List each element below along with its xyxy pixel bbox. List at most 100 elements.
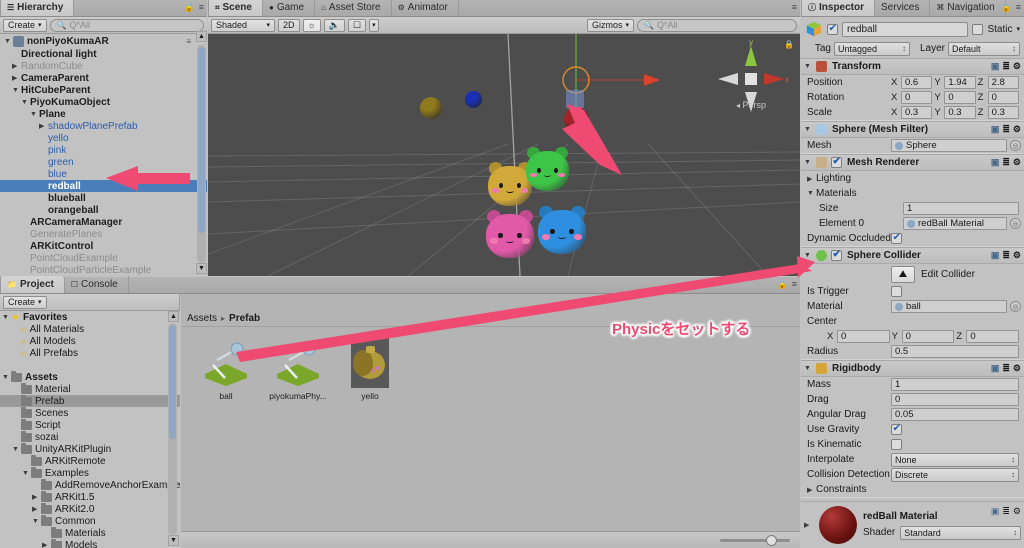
project-tree-item-all-prefabs[interactable]: ⌕ All Prefabs bbox=[0, 347, 180, 359]
layer-dropdown[interactable]: Default bbox=[948, 41, 1020, 56]
tab-animator[interactable]: ⚙ Animator bbox=[392, 0, 459, 16]
preset-icon[interactable]: ▣ bbox=[991, 506, 1000, 517]
chevron-down-icon[interactable]: ▾ bbox=[1016, 25, 1020, 33]
chevron-down-icon[interactable]: ▼ bbox=[804, 126, 813, 133]
chevron-right-icon[interactable]: ▶ bbox=[32, 505, 41, 513]
draw-mode-dropdown[interactable]: Shaded ▾ bbox=[211, 18, 275, 32]
scene-fx-dropdown[interactable]: ▾ bbox=[369, 18, 379, 32]
chevron-down-icon[interactable]: ▼ bbox=[30, 111, 39, 118]
field-value-y[interactable]: 0 bbox=[901, 330, 955, 343]
project-tree-item-scenes[interactable]: Scenes bbox=[0, 406, 180, 419]
tab-console[interactable]: ☐ Console bbox=[65, 276, 129, 293]
hierarchy-item-arkitcontrol[interactable]: ARKitControl bbox=[0, 240, 207, 252]
scene-search-input[interactable]: 🔍 Q*All bbox=[637, 18, 797, 32]
menu-icon[interactable]: ≡ bbox=[199, 3, 204, 12]
scene-fx-icon[interactable]: ☐ bbox=[347, 18, 367, 32]
project-tree-item-all-materials[interactable]: ⌕ All Materials bbox=[0, 323, 180, 335]
scene-audio-icon[interactable]: 🔈 bbox=[323, 18, 345, 32]
gear-icon[interactable]: ⚙ bbox=[1013, 363, 1021, 374]
field-scale-y[interactable]: 0.3 bbox=[944, 106, 976, 119]
component-header[interactable]: ▼ Mesh Renderer ▣≣⚙ bbox=[801, 155, 1024, 171]
foldout-label-materials[interactable]: Materials bbox=[816, 188, 857, 199]
preset-icon[interactable]: ▣ bbox=[991, 124, 1000, 135]
settings-icon[interactable]: ≣ bbox=[1002, 61, 1010, 72]
project-tree-item-common[interactable]: ▼ Common bbox=[0, 514, 180, 527]
thumbnail-size-slider-knob[interactable] bbox=[766, 534, 777, 546]
tab-project[interactable]: 📁 Project bbox=[0, 276, 65, 293]
chevron-down-icon[interactable]: ▼ bbox=[21, 99, 30, 106]
settings-icon[interactable]: ≣ bbox=[1002, 250, 1010, 261]
gear-icon[interactable]: ⚙ bbox=[1013, 157, 1021, 168]
edit-collider-icon-button[interactable]: ⛰ bbox=[891, 265, 915, 283]
foldout-label-constraints[interactable]: Constraints bbox=[816, 484, 867, 495]
chevron-down-icon[interactable]: ▼ bbox=[2, 374, 11, 381]
object-picker-icon[interactable]: ◎ bbox=[1010, 301, 1021, 312]
component-header[interactable]: ▼ Rigidbody ▣ ≣ ⚙ bbox=[801, 361, 1024, 377]
settings-icon[interactable]: ≣ bbox=[1002, 506, 1010, 517]
hierarchy-item-pointcloudexample[interactable]: PointCloudExample bbox=[0, 252, 207, 264]
breadcrumb-prefab[interactable]: Prefab bbox=[229, 313, 260, 324]
shader-dropdown[interactable]: Standard bbox=[900, 525, 1021, 540]
lock-icon[interactable]: 🔒 bbox=[777, 280, 788, 289]
field-position-x[interactable]: 0.6 bbox=[901, 76, 933, 89]
static-checkbox[interactable] bbox=[972, 23, 984, 35]
hierarchy-item-pink[interactable]: pink bbox=[0, 144, 207, 156]
lock-icon[interactable]: 🔒 bbox=[1001, 3, 1012, 12]
checkbox-use-gravity[interactable] bbox=[891, 423, 902, 435]
scene-menu-icon[interactable]: ≡ bbox=[186, 37, 191, 46]
hierarchy-item-cameraparent[interactable]: ▶ CameraParent bbox=[0, 72, 207, 84]
asset-item-yello[interactable]: yello bbox=[339, 338, 401, 531]
asset-item-ball[interactable]: ball bbox=[195, 338, 257, 531]
chevron-down-icon[interactable]: ▼ bbox=[804, 365, 813, 372]
hierarchy-item-piyokumaobject[interactable]: ▼ PiyoKumaObject bbox=[0, 96, 207, 108]
settings-icon[interactable]: ≣ bbox=[1002, 363, 1010, 374]
hierarchy-item-randomcube[interactable]: ▶ RandomCube bbox=[0, 60, 207, 72]
project-tree-item-addremoveanchorexample[interactable]: AddRemoveAnchorExample bbox=[0, 478, 180, 491]
settings-icon[interactable]: ≣ bbox=[1002, 157, 1010, 168]
tab-services[interactable]: Services bbox=[875, 0, 931, 16]
chevron-down-icon[interactable]: ▼ bbox=[804, 159, 813, 166]
gear-icon[interactable]: ⚙ bbox=[1013, 506, 1021, 517]
project-tree-item-unityarkitplugin[interactable]: ▼ UnityARKitPlugin bbox=[0, 442, 180, 455]
hierarchy-item-blueball[interactable]: blueball bbox=[0, 192, 207, 204]
chevron-right-icon[interactable]: ▶ bbox=[39, 122, 48, 130]
menu-icon[interactable]: ≡ bbox=[792, 280, 797, 289]
hierarchy-scrollbar[interactable] bbox=[197, 45, 206, 263]
hierarchy-item-generateplanes[interactable]: GeneratePlanes bbox=[0, 228, 207, 240]
object-picker-icon[interactable]: ◎ bbox=[1010, 140, 1021, 151]
project-tree-item-examples[interactable]: ▼ Examples bbox=[0, 466, 180, 479]
project-tree-item-models[interactable]: ▶ Models bbox=[0, 538, 180, 548]
field-rotation-z[interactable]: 0 bbox=[987, 91, 1019, 104]
chevron-down-icon[interactable]: ▼ bbox=[12, 446, 21, 453]
chevron-down-icon[interactable]: ▼ bbox=[22, 470, 31, 477]
object-field-material[interactable]: ball bbox=[891, 300, 1007, 313]
object-name-field[interactable]: redball bbox=[842, 21, 969, 37]
checkbox-is-kinematic[interactable] bbox=[891, 439, 902, 450]
project-scroll-down-button[interactable]: ▼ bbox=[168, 535, 179, 546]
project-tree-scrollbar[interactable] bbox=[168, 323, 177, 535]
project-scroll-up-button[interactable]: ▲ bbox=[168, 311, 179, 322]
dropdown-interpolate[interactable]: None bbox=[891, 452, 1019, 467]
hierarchy-search-input[interactable]: 🔍 Q*All bbox=[49, 18, 204, 32]
hierarchy-item-redball[interactable]: redball bbox=[0, 180, 207, 192]
chevron-right-icon[interactable]: ▶ bbox=[32, 493, 41, 501]
settings-icon[interactable]: ≣ bbox=[1002, 124, 1010, 135]
field-size[interactable]: 1 bbox=[903, 202, 1019, 215]
chevron-right-icon[interactable]: ▶ bbox=[12, 62, 21, 70]
hierarchy-create-button[interactable]: Create ▾ bbox=[3, 18, 47, 32]
menu-icon[interactable]: ≡ bbox=[1016, 3, 1021, 12]
hierarchy-item-yello[interactable]: yello bbox=[0, 132, 207, 144]
field-scale-x[interactable]: 0.3 bbox=[901, 106, 933, 119]
chevron-right-icon[interactable]: ▶ bbox=[12, 74, 21, 82]
gizmos-dropdown[interactable]: Gizmos ▾ bbox=[586, 18, 634, 32]
preset-icon[interactable]: ▣ bbox=[991, 157, 1000, 168]
dropdown-collision-detection[interactable]: Discrete bbox=[891, 467, 1019, 482]
chevron-down-icon[interactable]: ▼ bbox=[32, 518, 41, 525]
component-enabled-checkbox[interactable] bbox=[831, 156, 842, 168]
object-field-mesh[interactable]: Sphere bbox=[891, 139, 1007, 152]
tab-inspector[interactable]: ⓘ Inspector bbox=[801, 0, 876, 16]
object-field-element-0[interactable]: redBall Material bbox=[903, 217, 1007, 230]
field-drag[interactable]: 0 bbox=[891, 393, 1019, 406]
thumbnail-size-slider[interactable] bbox=[720, 534, 790, 546]
hierarchy-item-green[interactable]: green bbox=[0, 156, 207, 168]
